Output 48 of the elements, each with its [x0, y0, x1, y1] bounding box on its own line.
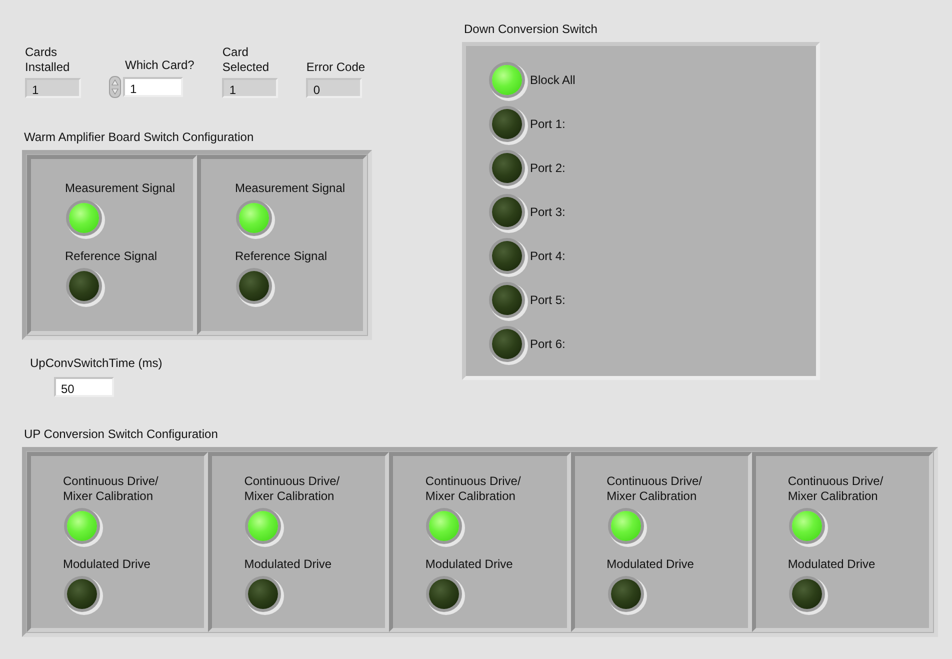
- led-indicator[interactable]: [492, 197, 522, 227]
- switch-label: Port 4:: [530, 249, 566, 263]
- switch-label: Port 3:: [530, 205, 566, 219]
- switch-label: Modulated Drive: [244, 557, 332, 572]
- switch-label: Port 2:: [530, 161, 566, 175]
- switch-label: Measurement Signal: [235, 181, 346, 196]
- field-label: Cards Installed: [25, 45, 71, 75]
- input-field[interactable]: 50: [54, 377, 114, 397]
- led-indicator[interactable]: [239, 271, 269, 301]
- led-indicator[interactable]: [492, 109, 522, 139]
- switch-label: Block All: [530, 73, 576, 87]
- led-indicator[interactable]: [69, 271, 99, 301]
- led-indicator[interactable]: [492, 153, 522, 183]
- switch-label: Continuous Drive/ Mixer Calibration: [63, 474, 158, 504]
- field-label: Error Code: [306, 60, 366, 75]
- spinner-icon[interactable]: [109, 76, 121, 98]
- led-indicator[interactable]: [492, 329, 522, 359]
- switch-label: Port 6:: [530, 337, 566, 351]
- switch-label: Reference Signal: [235, 249, 328, 264]
- switch-label: Continuous Drive/ Mixer Calibration: [425, 474, 521, 504]
- readout-field: 0: [306, 78, 362, 98]
- readout-field: 1: [25, 78, 81, 98]
- led-indicator[interactable]: [492, 285, 522, 315]
- led-indicator[interactable]: [67, 579, 97, 609]
- switch-label: Modulated Drive: [606, 557, 694, 572]
- led-indicator[interactable]: [248, 579, 278, 609]
- section-title: Down Conversion Switch: [464, 22, 598, 37]
- switch-label: Port 5:: [530, 293, 566, 307]
- input-field[interactable]: 1: [123, 77, 183, 97]
- switch-label: Reference Signal: [65, 249, 158, 264]
- led-indicator[interactable]: [610, 579, 641, 609]
- switch-label: Measurement Signal: [65, 181, 176, 196]
- field-label: UpConvSwitchTime (ms): [30, 356, 164, 371]
- switch-label: Modulated Drive: [425, 557, 513, 572]
- switch-label: Continuous Drive/ Mixer Calibration: [606, 474, 702, 504]
- field-label: Which Card?: [124, 58, 194, 73]
- switch-label: Continuous Drive/ Mixer Calibration: [244, 474, 340, 504]
- led-indicator[interactable]: [429, 579, 460, 609]
- switch-label: Continuous Drive/ Mixer Calibration: [788, 474, 884, 504]
- led-indicator[interactable]: [792, 579, 822, 609]
- field-label: Card Selected: [222, 45, 270, 75]
- section-title: Warm Amplifier Board Switch Configuration: [24, 130, 255, 145]
- switch-label: Port 1:: [530, 117, 566, 131]
- switch-label: Modulated Drive: [63, 557, 150, 572]
- switch-label: Modulated Drive: [788, 557, 876, 572]
- readout-field: 1: [222, 78, 278, 98]
- led-indicator[interactable]: [492, 241, 522, 271]
- section-title: UP Conversion Switch Configuration: [24, 427, 219, 442]
